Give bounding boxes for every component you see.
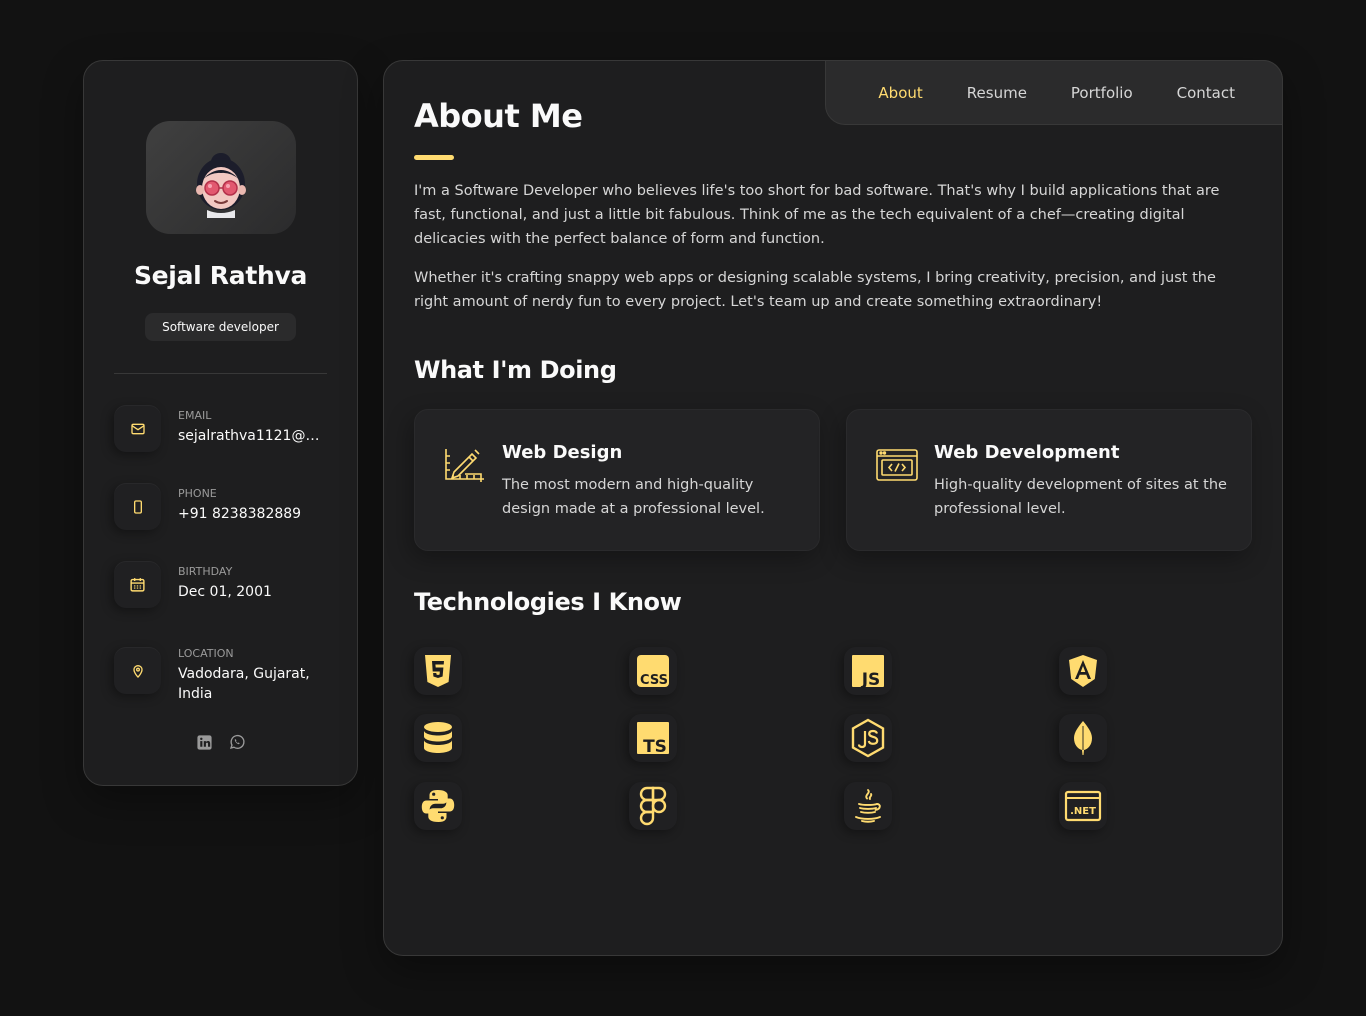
html5-icon <box>414 647 462 695</box>
service-title: Web Development <box>934 442 1120 463</box>
contact-label: Phone <box>178 487 217 500</box>
avatar <box>146 121 296 234</box>
technologies-heading: Technologies I Know <box>414 588 682 616</box>
angular-icon <box>1059 647 1107 695</box>
python-icon <box>414 782 462 830</box>
profile-name: Sejal Rathva <box>133 261 308 290</box>
avatar-illustration-icon <box>196 152 246 218</box>
phone-icon <box>114 483 161 530</box>
contact-label: Location <box>178 647 234 660</box>
contact-location: Location Vadodara, Gujarat, India <box>114 647 334 704</box>
design-icon <box>445 449 484 482</box>
location-value: Vadodara, Gujarat, India <box>178 666 310 702</box>
birthday-value: Dec 01, 2001 <box>178 584 272 600</box>
mongodb-icon <box>1059 714 1107 762</box>
typescript-icon: TS <box>629 714 677 762</box>
sidebar: Sejal Rathva Software developer Email se… <box>83 60 358 786</box>
service-text: The most modern and high-quality design … <box>502 477 765 517</box>
css-text: CSS <box>640 673 668 688</box>
phone-link[interactable]: +91 8238382889 <box>178 504 301 524</box>
service-title: Web Design <box>502 442 623 463</box>
profile-title-badge: Software developer <box>145 313 296 341</box>
contact-birthday: Birthday Dec 01, 2001 <box>114 561 334 608</box>
social-links <box>84 733 357 751</box>
sidebar-divider <box>114 373 327 374</box>
java-icon <box>844 782 892 830</box>
service-text: High-quality development of sites at the… <box>934 477 1227 517</box>
about-paragraph-1: I'm a Software Developer who believes li… <box>414 183 1220 247</box>
calendar-icon <box>114 561 161 608</box>
email-link[interactable]: sejalrathva1121@gm... <box>178 426 328 446</box>
contact-phone: Phone +91 8238382889 <box>114 483 334 530</box>
dotnet-icon: .NET <box>1059 782 1107 830</box>
js-text: JS <box>861 670 881 689</box>
service-card-web-development: Web Development High-quality development… <box>846 409 1252 551</box>
code-window-icon <box>876 449 918 481</box>
services-heading: What I'm Doing <box>414 356 617 384</box>
whatsapp-icon[interactable] <box>228 733 246 751</box>
nav-portfolio[interactable]: Portfolio <box>1071 84 1133 102</box>
title-underline <box>414 155 454 160</box>
service-card-web-design: Web Design The most modern and high-qual… <box>414 409 820 551</box>
about-paragraph-2: Whether it's crafting snappy web apps or… <box>414 270 1216 310</box>
ts-text: TS <box>643 737 667 756</box>
nav-resume[interactable]: Resume <box>967 84 1027 102</box>
contact-email: Email sejalrathva1121@gm... <box>114 405 334 452</box>
nav-contact[interactable]: Contact <box>1177 84 1235 102</box>
database-icon <box>414 714 462 762</box>
css-icon: CSS <box>629 647 677 695</box>
linkedin-icon[interactable] <box>195 733 213 751</box>
main-panel: About Resume Portfolio Contact About Me … <box>383 60 1283 956</box>
figma-icon <box>629 782 677 830</box>
mail-icon <box>114 405 161 452</box>
nodejs-icon <box>844 714 892 762</box>
contact-label: Birthday <box>178 565 233 578</box>
net-text: .NET <box>1070 806 1096 817</box>
nav-about[interactable]: About <box>878 84 922 102</box>
page-title: About Me <box>414 97 583 135</box>
contact-label: Email <box>178 409 212 422</box>
top-navbar: About Resume Portfolio Contact <box>825 60 1283 125</box>
javascript-icon: JS <box>844 647 892 695</box>
location-icon <box>114 647 161 694</box>
